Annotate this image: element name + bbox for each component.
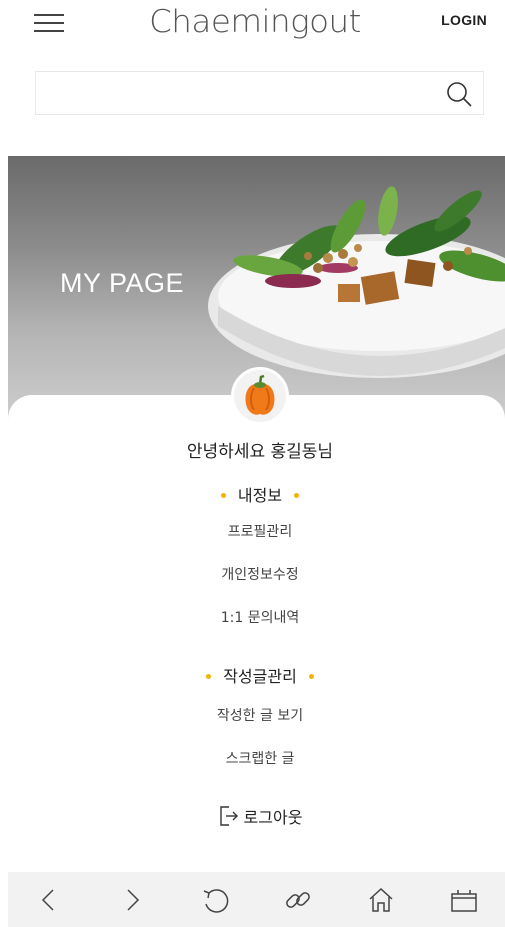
hamburger-menu-icon[interactable]: [34, 12, 64, 34]
section-posts: 작성글관리: [0, 663, 505, 687]
section-my-info-title: 내정보: [237, 486, 283, 505]
logout-icon: [219, 806, 238, 826]
greeting-text: 안녕하세요 홍길동님: [186, 442, 334, 462]
search-icon[interactable]: [445, 80, 473, 108]
my-posts-link[interactable]: 작성한 글 보기: [0, 705, 505, 725]
refresh-icon[interactable]: [195, 880, 235, 920]
profile-management-link[interactable]: 프로필관리: [0, 521, 505, 541]
scrapped-posts-link[interactable]: 스크랩한 글: [0, 748, 505, 768]
logout-button[interactable]: 로그아웃: [0, 804, 505, 828]
section-posts-title: 작성글관리: [223, 667, 297, 686]
inquiry-history-link[interactable]: 1:1 문의내역: [0, 607, 505, 627]
bullet-dot: [206, 673, 212, 679]
browser-toolbar: [8, 872, 505, 927]
back-icon[interactable]: [29, 880, 69, 920]
bullet-dot: [220, 492, 226, 498]
logout-label: 로그아웃: [243, 808, 303, 827]
section-my-info: 내정보: [0, 482, 505, 506]
app-header: Chaemingout LOGIN: [0, 0, 505, 50]
search-input[interactable]: [36, 72, 436, 114]
forward-icon[interactable]: [112, 880, 152, 920]
tabs-icon[interactable]: [444, 880, 484, 920]
site-logo[interactable]: Chaemingout: [145, 4, 366, 40]
edit-personal-info-link[interactable]: 개인정보수정: [0, 564, 505, 584]
home-icon[interactable]: [361, 880, 401, 920]
login-button[interactable]: LOGIN: [441, 12, 487, 28]
page-title: MY PAGE: [60, 268, 185, 298]
avatar[interactable]: [231, 367, 289, 425]
search-bar: [35, 71, 484, 115]
bullet-dot: [308, 673, 314, 679]
bell-pepper-icon: [245, 374, 275, 415]
bullet-dot: [294, 492, 300, 498]
link-icon[interactable]: [278, 880, 318, 920]
